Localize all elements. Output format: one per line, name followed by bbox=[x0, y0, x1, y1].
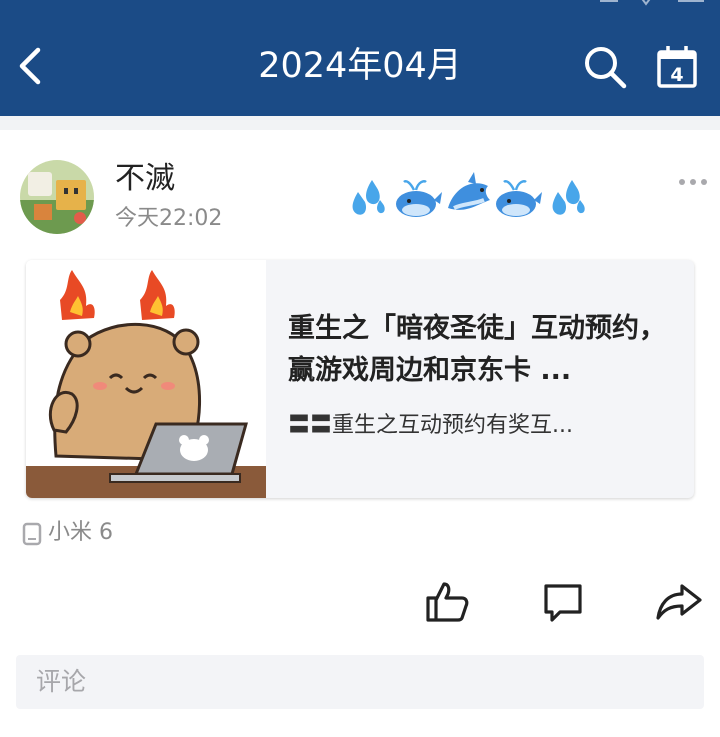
status-bar-icons bbox=[600, 0, 704, 6]
username[interactable]: 不滅 bbox=[115, 160, 175, 198]
bear-laptop-image bbox=[26, 260, 266, 498]
sweat-droplets-icon bbox=[352, 180, 385, 215]
comment-placeholder: 评论 bbox=[36, 667, 87, 696]
search-icon[interactable] bbox=[582, 44, 628, 90]
whale-icon bbox=[496, 180, 542, 217]
signature-emojis bbox=[352, 172, 585, 217]
top-app-bar: 2024年04月 4 bbox=[0, 0, 720, 116]
comment-icon[interactable] bbox=[540, 578, 586, 624]
share-icon[interactable] bbox=[656, 578, 702, 624]
calendar-icon[interactable]: 4 bbox=[654, 44, 700, 90]
post-card: 不滅 今天22:02 重生之「暗夜圣徒」互动预约，赢游戏周边和京东卡 ... 〓… bbox=[0, 130, 720, 737]
phone-icon bbox=[22, 522, 42, 546]
post-time: 今天22:02 bbox=[115, 206, 223, 231]
more-dots-icon[interactable] bbox=[678, 176, 708, 188]
card-subtitle: 〓〓重生之互动预约有奖互... bbox=[288, 413, 573, 438]
shared-link-card[interactable]: 重生之「暗夜圣徒」互动预约，赢游戏周边和京东卡 ... 〓〓重生之互动预约有奖互… bbox=[26, 260, 694, 498]
sweat-droplets-icon bbox=[552, 180, 585, 215]
avatar-image bbox=[20, 160, 94, 234]
card-title: 重生之「暗夜圣徒」互动预约，赢游戏周边和京东卡 ... bbox=[288, 313, 666, 386]
avatar[interactable] bbox=[20, 160, 94, 234]
calendar-day: 4 bbox=[670, 64, 683, 86]
device-label: 小米 6 bbox=[48, 520, 113, 545]
thumbs-up-icon[interactable] bbox=[424, 578, 470, 624]
comment-input[interactable]: 评论 bbox=[16, 655, 704, 709]
dolphin-icon bbox=[448, 172, 490, 210]
whale-icon bbox=[396, 180, 442, 217]
